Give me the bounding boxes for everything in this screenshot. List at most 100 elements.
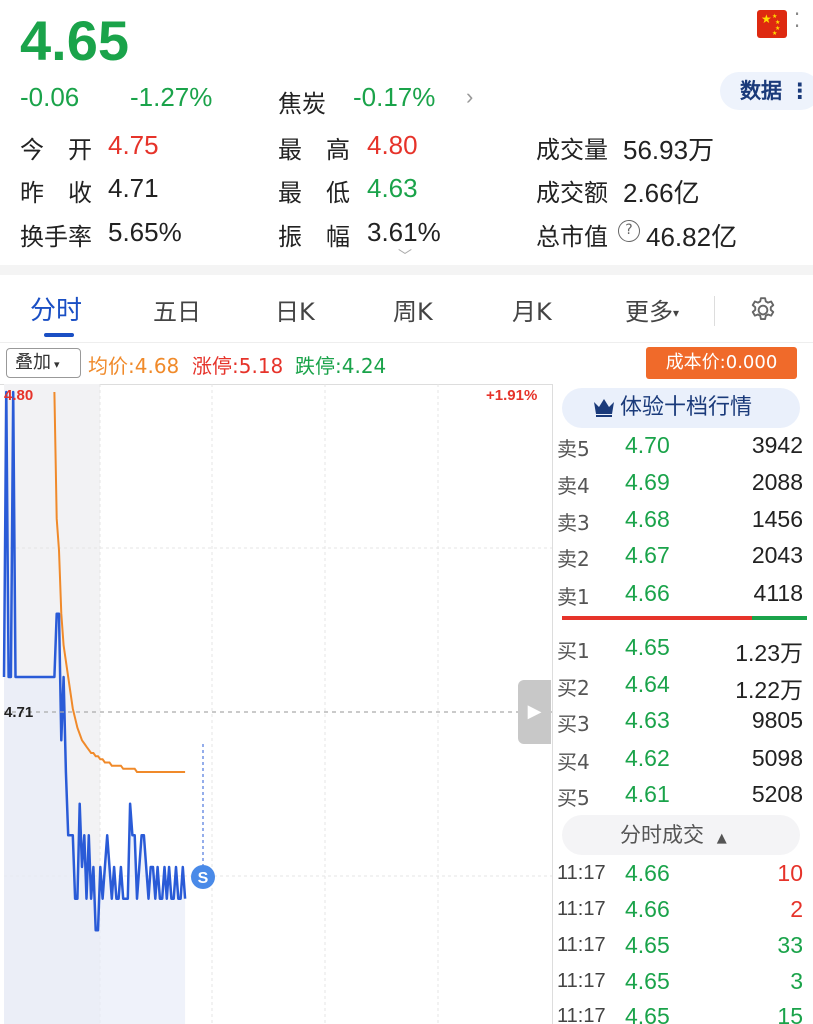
amplitude-label: 振 幅 — [278, 223, 350, 251]
open-label: 今 开 — [20, 136, 92, 164]
axis-mid-price: 4.71 — [4, 704, 34, 721]
avg-price-legend: 均价:4.68 — [88, 354, 180, 378]
trade-vol: 33 — [777, 932, 803, 958]
trade-price: 4.66 — [625, 896, 670, 922]
bid-2-label: 买2 — [557, 676, 590, 700]
low-label: 最 低 — [278, 179, 350, 207]
trade-vol: 15 — [777, 1003, 803, 1024]
limit-up-legend: 涨停:5.18 — [192, 354, 284, 378]
amplitude-value: 3.61% — [367, 217, 441, 247]
trade-time: 11:17 — [557, 898, 606, 920]
tab-separator — [714, 296, 715, 326]
panel-toggle-handle[interactable]: ▶ — [518, 680, 551, 744]
help-icon[interactable]: ? — [618, 220, 640, 242]
ask-5-price[interactable]: 4.70 — [625, 432, 670, 459]
trade-price: 4.65 — [625, 932, 670, 958]
ask-1-label: 卖1 — [557, 585, 590, 609]
intraday-trades-button[interactable]: 分时成交 ▲ — [562, 815, 800, 855]
bid-2-price[interactable]: 4.64 — [625, 671, 670, 698]
trade-vol: 2 — [790, 896, 803, 922]
ask-2-price[interactable]: 4.67 — [625, 542, 670, 569]
trade-time: 11:17 — [557, 934, 606, 956]
bid-4-label: 买4 — [557, 750, 590, 774]
ask-4-vol: 2088 — [751, 469, 803, 495]
trade-time: 11:17 — [557, 862, 606, 884]
more-dots-icon[interactable]: · · — [792, 4, 802, 36]
open-value: 4.75 — [108, 130, 159, 160]
ask-1-price[interactable]: 4.66 — [625, 580, 670, 607]
crown-icon — [594, 399, 614, 417]
tab-five-day[interactable]: 五日 — [153, 292, 201, 327]
expand-chevron-icon[interactable]: ﹀ — [398, 246, 412, 266]
high-label: 最 高 — [278, 136, 350, 164]
bid-4-vol: 5098 — [751, 745, 803, 771]
trade-vol: 3 — [790, 968, 803, 994]
tab-weekly-k[interactable]: 周K — [393, 292, 433, 327]
trades-button-label: 分时成交 — [620, 823, 704, 847]
tab-more-label: 更多 — [625, 298, 673, 326]
ask-3-price[interactable]: 4.68 — [625, 506, 670, 533]
settings-gear-icon[interactable] — [748, 295, 778, 325]
caret-down-icon: ▾ — [54, 358, 60, 371]
prev-close-label: 昨 收 — [20, 179, 92, 207]
ask-5-label: 卖5 — [557, 437, 590, 461]
svg-text:S: S — [198, 870, 209, 887]
intraday-chart[interactable]: S — [0, 384, 552, 1024]
trade-price: 4.65 — [625, 1003, 670, 1024]
bid-3-price[interactable]: 4.63 — [625, 707, 670, 734]
volume-value: 56.93万 — [623, 135, 715, 165]
bid-1-vol: 1.23万 — [735, 640, 803, 666]
low-value: 4.63 — [367, 173, 418, 203]
volume-label: 成交量 — [536, 136, 608, 164]
bid-3-vol: 9805 — [751, 707, 803, 733]
bid-5-label: 买5 — [557, 786, 590, 810]
amount-value: 2.66亿 — [623, 178, 700, 208]
bid-5-vol: 5208 — [751, 781, 803, 807]
market-cap-value: 46.82亿 — [646, 222, 738, 252]
active-tab-indicator — [44, 333, 74, 337]
cost-price-button[interactable]: 成本价:0.000 — [646, 347, 797, 379]
trade-price: 4.66 — [625, 860, 670, 886]
bid-3-label: 买3 — [557, 712, 590, 736]
tab-more[interactable]: 更多▾ — [625, 292, 679, 327]
axis-top-price: 4.80 — [4, 387, 34, 404]
bid-5-price[interactable]: 4.61 — [625, 781, 670, 808]
tab-monthly-k[interactable]: 月K — [512, 292, 552, 327]
turnover-value: 5.65% — [108, 217, 182, 247]
chevron-right-icon[interactable]: › — [466, 84, 473, 110]
ask-1-vol: 4118 — [753, 580, 803, 606]
caret-down-icon: ▾ — [673, 306, 680, 320]
ask-3-label: 卖3 — [557, 511, 590, 535]
turnover-label: 换手率 — [20, 223, 92, 251]
buy-sell-ratio-bar-sell — [562, 616, 752, 620]
overlay-button-label: 叠加 — [15, 352, 51, 373]
bid-4-price[interactable]: 4.62 — [625, 745, 670, 772]
overlay-button[interactable]: 叠加 ▾ — [6, 348, 81, 378]
market-cap-label: 总市值 — [536, 223, 608, 251]
tab-intraday[interactable]: 分时 — [30, 290, 82, 327]
buy-sell-ratio-bar-buy — [752, 616, 807, 620]
ask-3-vol: 1456 — [751, 506, 803, 532]
data-button[interactable]: 数据 ⋮ — [720, 72, 813, 110]
ask-4-label: 卖4 — [557, 474, 590, 498]
data-button-label: 数据 — [740, 79, 782, 103]
section-divider — [0, 265, 813, 275]
tabs-bottom-border — [0, 342, 813, 343]
axis-top-pct: +1.91% — [486, 387, 538, 404]
china-flag-icon[interactable]: ★ ★ ★ ★ ★ — [757, 10, 787, 38]
sector-change[interactable]: -0.17% — [353, 82, 435, 113]
ask-2-vol: 2043 — [751, 542, 803, 568]
vertical-dots-icon: ⋮ — [789, 79, 811, 103]
price-change-pct: -1.27% — [130, 82, 213, 112]
bid-2-vol: 1.22万 — [735, 677, 803, 703]
trade-time: 11:17 — [557, 1005, 606, 1024]
current-price: 4.65 — [20, 9, 129, 72]
sector-name[interactable]: 焦炭 — [278, 84, 326, 119]
tab-daily-k[interactable]: 日K — [275, 292, 315, 327]
trade-time: 11:17 — [557, 970, 606, 992]
ask-4-price[interactable]: 4.69 — [625, 469, 670, 496]
trade-vol: 10 — [777, 860, 803, 886]
amount-label: 成交额 — [536, 179, 608, 207]
prev-close-value: 4.71 — [108, 173, 159, 203]
bid-1-price[interactable]: 4.65 — [625, 634, 670, 661]
